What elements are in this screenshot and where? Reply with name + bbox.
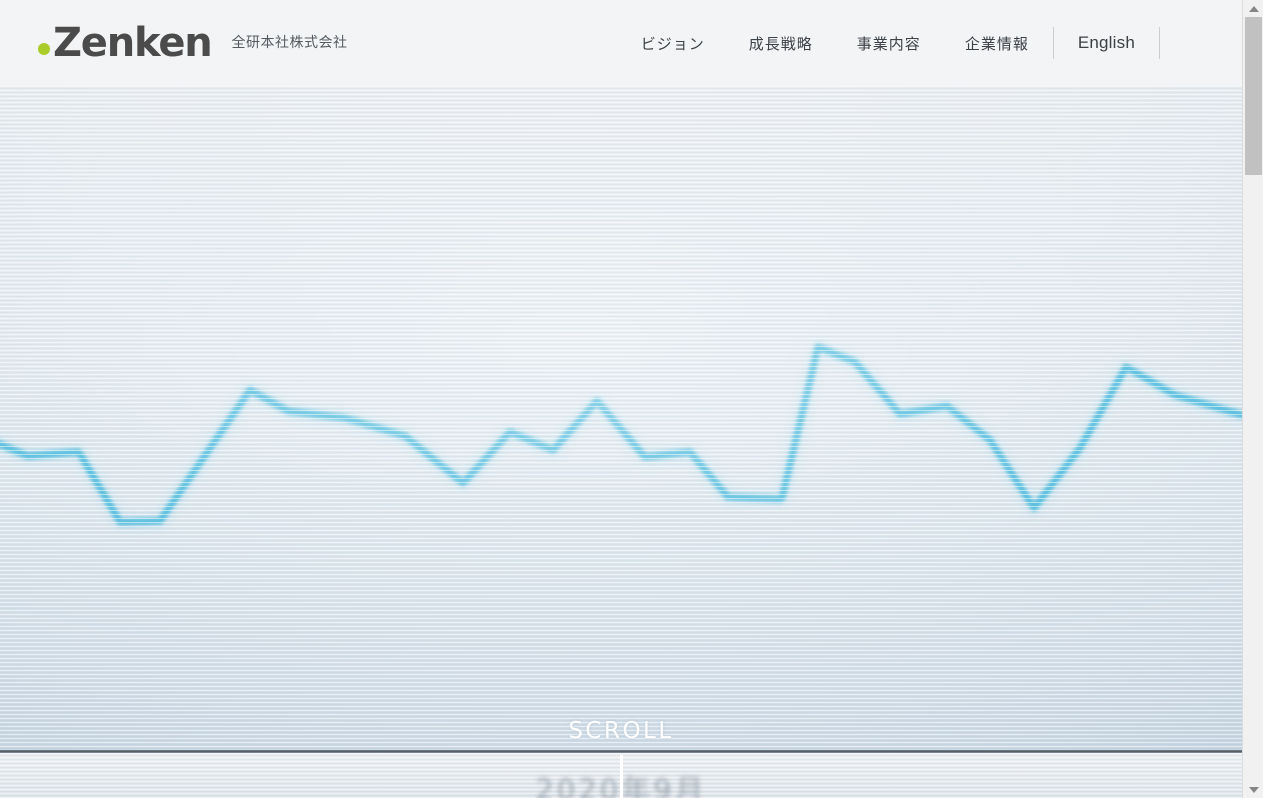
hero-chart-banner — [0, 86, 1242, 752]
page-content: Zenken 全研本社株式会社 ビジョン 成長戦略 事業内容 企業情報 Engl… — [0, 0, 1242, 798]
scrollbar-down-arrow-icon[interactable] — [1243, 781, 1263, 798]
stock-line-chart — [0, 341, 1242, 528]
scrollbar-up-arrow-icon[interactable] — [1243, 0, 1263, 17]
logo-dot-icon — [38, 43, 50, 55]
site-header: Zenken 全研本社株式会社 ビジョン 成長戦略 事業内容 企業情報 Engl… — [0, 0, 1242, 86]
vertical-scrollbar[interactable] — [1242, 0, 1263, 798]
nav-item-business[interactable]: 事業内容 — [835, 33, 943, 54]
scroll-hint-line — [620, 755, 623, 798]
scrollbar-thumb[interactable] — [1245, 17, 1262, 175]
site-logo[interactable]: Zenken 全研本社株式会社 — [0, 23, 348, 63]
company-name-label: 全研本社株式会社 — [231, 35, 348, 51]
scroll-hint-label: SCROLL — [568, 718, 674, 744]
logo-text: Zenken — [53, 20, 213, 66]
browser-viewport: Zenken 全研本社株式会社 ビジョン 成長戦略 事業内容 企業情報 Engl… — [0, 0, 1263, 798]
nav-item-company[interactable]: 企業情報 — [943, 33, 1051, 54]
nav-item-vision[interactable]: ビジョン — [619, 33, 727, 54]
nav-divider-right — [1159, 27, 1160, 59]
section-divider — [0, 750, 1242, 753]
main-navigation: ビジョン 成長戦略 事業内容 企業情報 English — [619, 0, 1242, 86]
nav-divider-left — [1052, 27, 1054, 59]
nav-item-strategy[interactable]: 成長戦略 — [727, 33, 835, 54]
nav-language-english[interactable]: English — [1056, 33, 1157, 53]
logo-mark: Zenken — [38, 20, 213, 66]
